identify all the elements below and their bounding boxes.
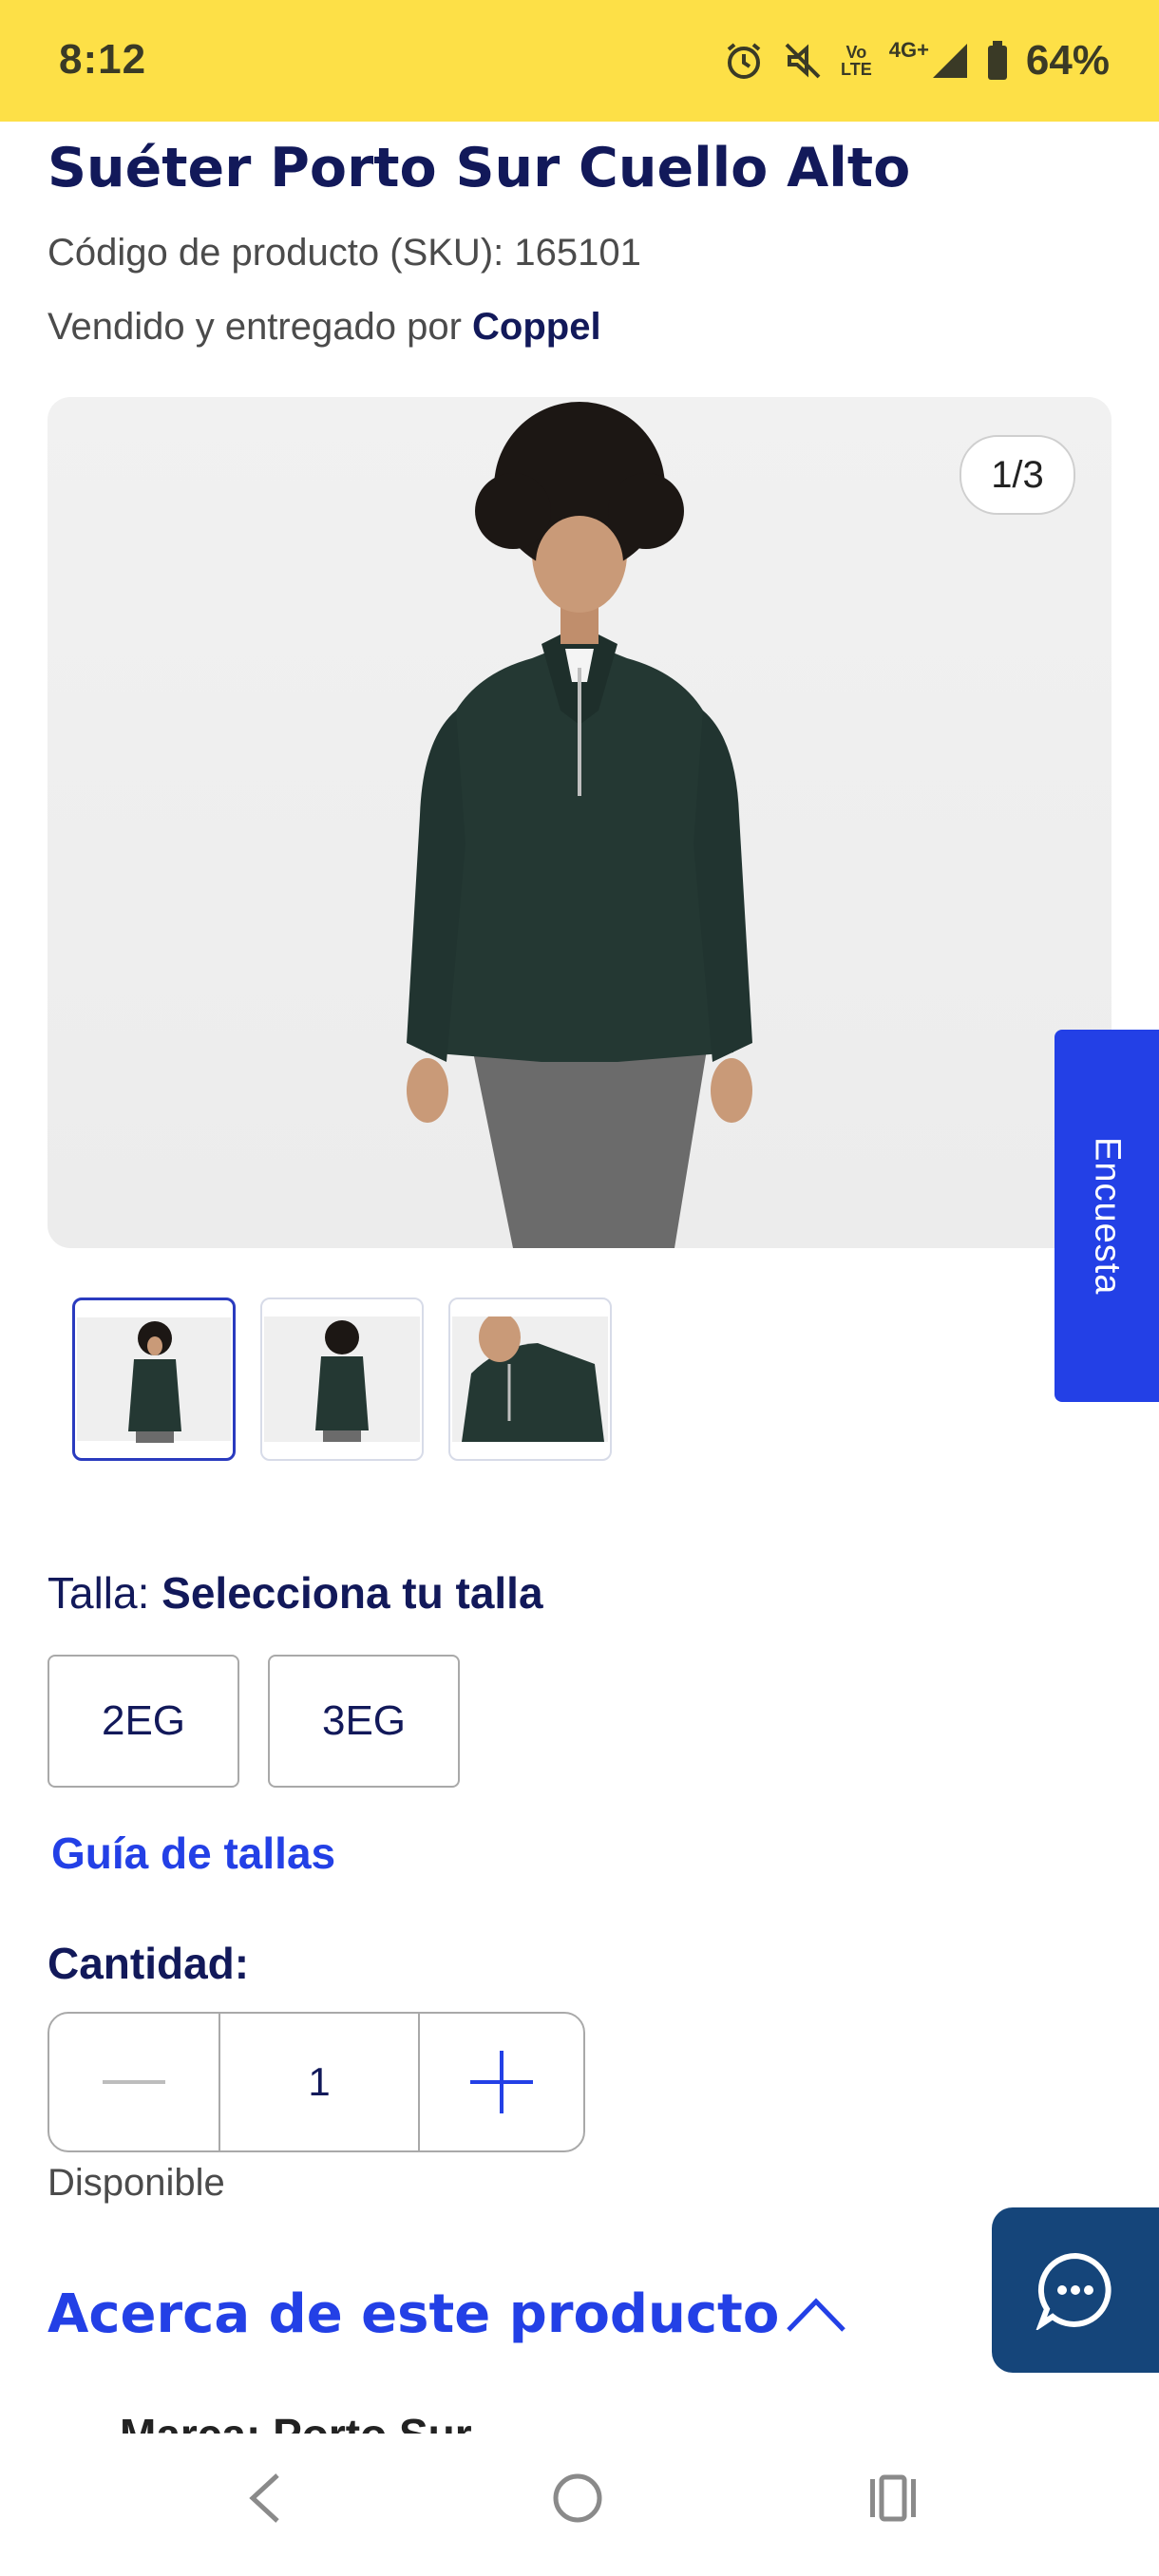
size-guide-link[interactable]: Guía de tallas xyxy=(51,1828,335,1879)
about-product-title: Acerca de este producto xyxy=(48,2283,780,2345)
thumbnail-1[interactable] xyxy=(72,1297,236,1461)
availability-status: Disponible xyxy=(48,2162,225,2204)
home-icon xyxy=(553,2473,602,2523)
signal-icon: 4G+ xyxy=(889,40,969,80)
plus-icon xyxy=(470,2051,533,2113)
chevron-up-icon xyxy=(787,2297,846,2332)
sold-by: Vendido y entregado por Coppel xyxy=(48,306,601,349)
thumbnail-back-image xyxy=(315,1320,369,1442)
thumbnail-detail-image xyxy=(462,1313,604,1442)
decrease-quantity-button[interactable] xyxy=(49,2014,220,2150)
system-nav-bar xyxy=(0,2434,1159,2576)
recents-button[interactable] xyxy=(866,2472,920,2529)
mute-icon xyxy=(782,40,824,82)
product-sku: Código de producto (SKU): 165101 xyxy=(48,232,641,274)
battery-icon xyxy=(986,41,1009,81)
recents-icon xyxy=(870,2474,916,2522)
chat-button[interactable] xyxy=(992,2207,1159,2373)
product-main-image[interactable]: 1/3 xyxy=(48,397,1112,1248)
about-product-toggle[interactable]: Acerca de este producto xyxy=(48,2283,847,2345)
size-option-3eg[interactable]: 3EG xyxy=(268,1655,460,1788)
battery-percentage: 64% xyxy=(1025,37,1110,84)
product-title: Suéter Porto Sur Cuello Alto xyxy=(48,137,911,199)
survey-label: Encuesta xyxy=(1087,1136,1128,1296)
back-icon xyxy=(249,2473,279,2523)
size-option-2eg[interactable]: 2EG xyxy=(48,1655,239,1788)
thumbnail-front-image xyxy=(128,1321,181,1443)
quantity-label: Cantidad: xyxy=(48,1939,250,1988)
thumbnail-strip xyxy=(72,1297,612,1461)
status-bar: 8:12 Vo LTE 4G+ 64% xyxy=(0,0,1159,122)
product-photo xyxy=(407,402,752,1248)
increase-quantity-button[interactable] xyxy=(420,2014,583,2150)
network-label: Vo LTE xyxy=(841,43,872,79)
minus-icon xyxy=(103,2080,165,2084)
size-prompt: Selecciona tu talla xyxy=(162,1568,543,1618)
image-counter: 1/3 xyxy=(960,435,1075,515)
home-button[interactable] xyxy=(551,2472,604,2529)
chat-icon xyxy=(1036,2252,1112,2330)
sold-by-prefix: Vendido y entregado por xyxy=(48,306,462,348)
thumbnail-3[interactable] xyxy=(448,1297,612,1461)
quantity-stepper: 1 xyxy=(48,2012,585,2152)
quantity-value[interactable]: 1 xyxy=(220,2014,420,2150)
thumbnail-2[interactable] xyxy=(260,1297,424,1461)
product-detail-line: Marca: Porto Sur xyxy=(120,2413,472,2434)
survey-tab[interactable]: Encuesta xyxy=(1054,1030,1159,1402)
back-button[interactable] xyxy=(243,2472,287,2529)
seller-link[interactable]: Coppel xyxy=(472,306,601,348)
status-icons: Vo LTE 4G+ 64% xyxy=(723,34,1110,87)
status-time: 8:12 xyxy=(59,36,147,83)
size-label: Talla: Selecciona tu talla xyxy=(48,1568,543,1618)
alarm-icon xyxy=(723,40,765,82)
